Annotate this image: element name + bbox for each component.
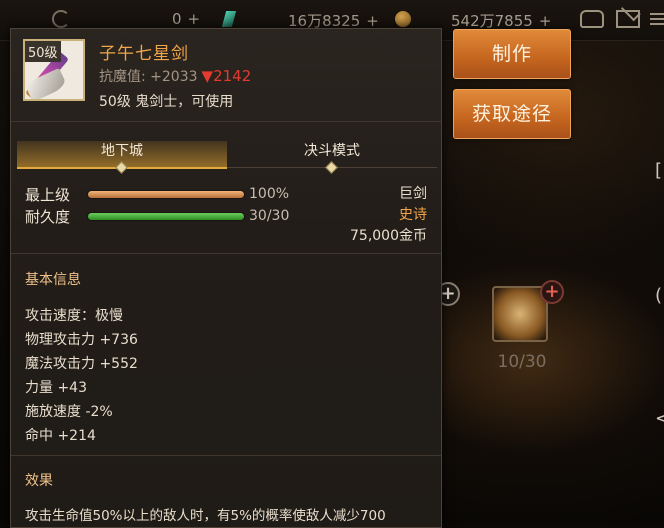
item-level-badge: 50级 (25, 41, 61, 62)
attribute-line: 命中 +214 (25, 428, 96, 444)
divider (11, 253, 441, 254)
item-requirement: 50级 鬼剑士，可使用 (99, 94, 234, 110)
tab-dungeon[interactable]: 地下城 (17, 141, 227, 174)
edge-bracket-icon: [ (655, 160, 663, 181)
level-value: 100% (249, 186, 290, 202)
tab-indicator-icon (325, 161, 338, 174)
durability-bar (87, 212, 245, 221)
mail-icon[interactable] (616, 10, 640, 28)
attribute-line: 施放速度 -2% (25, 404, 113, 420)
obtain-method-button[interactable]: 获取途径 (453, 89, 571, 139)
item-price: 75,000金币 (350, 228, 427, 244)
durability-bar-fill (88, 213, 244, 220)
currency-1-value: 0 (172, 10, 182, 28)
attribute-line: 物理攻击力 +736 (25, 332, 138, 348)
sync-icon (52, 10, 70, 28)
item-stat-value: +2033 (150, 69, 198, 85)
sword-hilt-icon (25, 67, 68, 99)
effect-text: 攻击生命值50%以上的敌人时，有5%的概率使敌人减少700 (25, 508, 386, 524)
item-name: 子午七星剑 (99, 44, 189, 64)
menu-icon[interactable] (650, 10, 664, 28)
currency-3-add-button[interactable]: + (539, 12, 552, 30)
gold-coin-icon (395, 11, 411, 27)
item-type: 巨剑 (399, 186, 427, 202)
item-tooltip-panel: 50级 子午七星剑 抗魔值: +2033 ▼2142 50级 鬼剑士，可使用 地下… (10, 28, 442, 528)
item-stat-label: 抗魔值: (99, 69, 146, 85)
level-bar (87, 190, 245, 199)
item-stat: 抗魔值: +2033 ▼2142 (99, 66, 251, 86)
attribute-line: 力量 +43 (25, 380, 87, 396)
durability-value: 30/30 (249, 208, 290, 224)
currency-1-add-button[interactable]: + (188, 10, 201, 28)
attribute-line: 魔法攻击力 +552 (25, 356, 138, 372)
effect-title: 效果 (25, 473, 53, 489)
divider (11, 455, 441, 456)
durability-label: 耐久度 (25, 208, 71, 226)
craft-button[interactable]: 制作 (453, 29, 571, 79)
attribute-line: 攻击速度：极慢 (25, 308, 123, 324)
tab-indicator-icon (115, 161, 128, 174)
item-icon: 50级 (23, 39, 85, 101)
currency-1: 0 + (172, 10, 200, 28)
add-material-icon[interactable]: + (540, 280, 564, 304)
material-count: 10/30 (497, 352, 547, 372)
divider (11, 121, 441, 122)
currency-3: 542万7855 + (451, 10, 551, 31)
mode-tabs: 地下城 决斗模式 (17, 141, 437, 174)
item-grade: 史诗 (399, 207, 427, 223)
item-stat-delta: ▼2142 (201, 67, 252, 85)
tab-dungeon-label: 地下城 (101, 143, 143, 159)
level-label: 最上级 (25, 186, 71, 204)
gem-icon (221, 11, 237, 27)
basic-info-title: 基本信息 (25, 272, 81, 288)
level-bar-fill (88, 191, 244, 198)
edge-circle-icon: ( (655, 285, 663, 306)
tab-duel-label: 决斗模式 (304, 143, 360, 159)
bag-icon[interactable] (580, 10, 604, 28)
currency-3-value: 542万7855 (451, 12, 533, 30)
edge-back-icon[interactable]: < (655, 408, 664, 429)
tab-duel[interactable]: 决斗模式 (227, 141, 437, 174)
